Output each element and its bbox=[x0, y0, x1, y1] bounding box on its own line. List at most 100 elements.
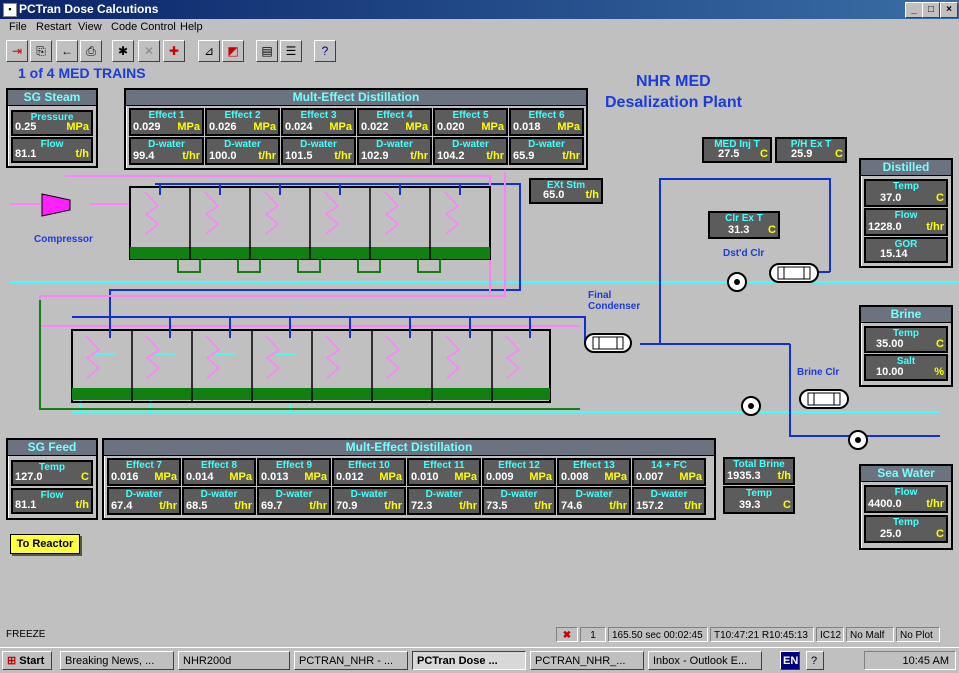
effect-pressure-effect-9: Effect 9 0.013 MPa bbox=[257, 458, 331, 486]
start-label: Start bbox=[19, 655, 45, 667]
cooler-exit-temp: Clr Ex T 31.3 C bbox=[708, 211, 780, 239]
brine-temp: Temp 35.00 C bbox=[864, 326, 948, 353]
sg-steam-flow-value: 81.1 bbox=[15, 148, 37, 160]
list-icon[interactable]: ☰ bbox=[280, 40, 302, 62]
task-pctran-nhr-1[interactable]: PCTRAN_NHR - ... bbox=[294, 651, 408, 670]
task-pctran-nhr-2[interactable]: PCTRAN_NHR_... bbox=[530, 651, 644, 670]
malfunction-icon[interactable]: ✚ bbox=[163, 40, 185, 62]
sea-water-temp: Temp 25.0 C bbox=[864, 515, 948, 543]
brine-salt: Salt 10.00 % bbox=[864, 354, 948, 381]
sg-feed-temp-value: 127.0 bbox=[15, 471, 43, 483]
effect-pressure-effect-11: Effect 11 0.010 MPa bbox=[407, 458, 481, 486]
cooler-exit-value: 31.3 bbox=[728, 224, 750, 236]
effect-pressure-effect-13-unit: MPa bbox=[604, 471, 627, 483]
distilled-temp-value: 37.0 bbox=[880, 192, 902, 204]
effect-pressure-effect-13-label: Effect 13 bbox=[573, 460, 615, 471]
effect-dwater-effect-3: D-water 101.5 t/hr bbox=[281, 137, 356, 165]
chart-icon[interactable]: ⊿ bbox=[198, 40, 220, 62]
close-button[interactable]: × bbox=[940, 2, 958, 18]
effect-pressure-effect-5-label: Effect 5 bbox=[452, 110, 489, 121]
effect-dwater-effect-2-value: 100.0 bbox=[209, 150, 237, 162]
effect-pressure-effect-11-value: 0.010 bbox=[411, 471, 439, 483]
menu-help[interactable]: Help bbox=[180, 21, 203, 33]
distilled-temp: Temp 37.0 C bbox=[864, 179, 948, 207]
total-brine-temp-value: 39.3 bbox=[739, 499, 761, 511]
maximize-button[interactable]: □ bbox=[922, 2, 940, 18]
effect-dwater-effect-9-value: 69.7 bbox=[261, 500, 283, 512]
effect-pressure-effect-4: Effect 4 0.022 MPa bbox=[357, 108, 432, 136]
plant-title-line2: Desalization Plant bbox=[605, 94, 742, 111]
status-icon[interactable]: ✖ bbox=[556, 627, 578, 642]
trend-icon[interactable]: ◩ bbox=[222, 40, 244, 62]
effect-pressure-14-fc: 14 + FC 0.007 MPa bbox=[632, 458, 706, 486]
menu-file[interactable]: File bbox=[9, 21, 27, 33]
back-arrow-icon[interactable]: ← bbox=[56, 40, 78, 62]
effect-dwater-14-fc-value: 157.2 bbox=[636, 500, 664, 512]
menu-restart[interactable]: Restart bbox=[36, 21, 71, 33]
help-tray-icon[interactable]: ? bbox=[806, 651, 824, 670]
menu-bar: File Restart View Code Control Help bbox=[0, 19, 959, 37]
effect-pressure-effect-3-label: Effect 3 bbox=[300, 110, 337, 121]
to-reactor-button[interactable]: To Reactor bbox=[10, 534, 80, 554]
ext-steam-value: 65.0 bbox=[543, 189, 565, 201]
minimize-button[interactable]: _ bbox=[905, 2, 923, 18]
help-icon[interactable]: ? bbox=[314, 40, 336, 62]
effect-pressure-effect-6-value: 0.018 bbox=[513, 121, 541, 133]
med-inj-temp: MED Inj T 27.5 C bbox=[702, 137, 772, 163]
language-indicator[interactable]: EN bbox=[780, 651, 800, 670]
status-bar: FREEZE ✖ 1 165.50 sec 00:02:45 T10:47:21… bbox=[0, 625, 959, 645]
print-icon[interactable]: ⎙ bbox=[80, 40, 102, 62]
task-nhr200d[interactable]: NHR200d bbox=[178, 651, 290, 670]
toolbar: ⇥ ⎘ ← ⎙ ✱ ✕ ✚ ⊿ ◩ ▤ ☰ ? bbox=[0, 38, 959, 64]
distilled-flow-label: Flow bbox=[894, 210, 918, 221]
task-pctran-dose[interactable]: PCTran Dose ... bbox=[412, 651, 526, 670]
effect-pressure-effect-5-value: 0.020 bbox=[437, 121, 465, 133]
effect-dwater-effect-1-unit: t/hr bbox=[182, 150, 200, 162]
task-breaking-news[interactable]: Breaking News, ... bbox=[60, 651, 174, 670]
effect-pressure-effect-5: Effect 5 0.020 MPa bbox=[433, 108, 508, 136]
effect-pressure-effect-11-unit: MPa bbox=[454, 471, 477, 483]
effect-pressure-effect-6-unit: MPa bbox=[557, 121, 580, 133]
ph-ex-unit: C bbox=[835, 148, 843, 160]
effect-pressure-effect-12: Effect 12 0.009 MPa bbox=[482, 458, 556, 486]
start-button[interactable]: ⊞ Start bbox=[2, 651, 52, 670]
effect-pressure-effect-6-label: Effect 6 bbox=[528, 110, 565, 121]
effect-dwater-effect-12: D-water 73.5 t/hr bbox=[482, 487, 556, 515]
effect-dwater-effect-8-unit: t/hr bbox=[234, 500, 252, 512]
sg-feed-temp-unit: C bbox=[81, 471, 89, 483]
sg-feed-flow-unit: t/h bbox=[75, 499, 89, 511]
sg-steam-title: SG Steam bbox=[8, 90, 96, 106]
distilled-flow-unit: t/hr bbox=[926, 221, 944, 233]
ext-steam-unit: t/h bbox=[585, 189, 599, 201]
effect-pressure-effect-4-label: Effect 4 bbox=[376, 110, 413, 121]
effect-dwater-effect-2-label: D-water bbox=[224, 139, 261, 150]
menu-code-control[interactable]: Code Control bbox=[111, 21, 176, 33]
distilled-temp-label: Temp bbox=[893, 181, 919, 192]
effect-pressure-effect-3-value: 0.024 bbox=[285, 121, 313, 133]
med-bottom-panel: Mult-Effect Distillation Effect 7 0.016 MP… bbox=[102, 438, 716, 520]
effect-dwater-effect-4-label: D-water bbox=[376, 139, 413, 150]
final-condenser-label-2: Condenser bbox=[588, 301, 640, 312]
sg-feed-panel: SG Feed Temp 127.0 C Flow 81.1 t/h bbox=[6, 438, 98, 520]
report-icon[interactable]: ▤ bbox=[256, 40, 278, 62]
exit-icon[interactable]: ⇥ bbox=[6, 40, 28, 62]
menu-view[interactable]: View bbox=[78, 21, 102, 33]
run-icon[interactable]: ✱ bbox=[112, 40, 134, 62]
effect-dwater-effect-2-unit: t/hr bbox=[258, 150, 276, 162]
effect-dwater-effect-5-value: 104.2 bbox=[437, 150, 465, 162]
effect-pressure-effect-9-value: 0.013 bbox=[261, 471, 289, 483]
save-icon[interactable]: ⎘ bbox=[30, 40, 52, 62]
brine-panel: Brine Temp 35.00 C Salt 10.00 % bbox=[859, 305, 953, 387]
final-condenser-icon bbox=[584, 333, 632, 353]
effect-pressure-effect-7-unit: MPa bbox=[154, 471, 177, 483]
effect-dwater-effect-11: D-water 72.3 t/hr bbox=[407, 487, 481, 515]
effect-dwater-effect-1-value: 99.4 bbox=[133, 150, 155, 162]
total-brine-temp-label: Temp bbox=[746, 488, 772, 499]
med-top-title: Mult-Effect Distillation bbox=[126, 90, 586, 106]
sg-feed-title: SG Feed bbox=[8, 440, 96, 456]
stop-icon[interactable]: ✕ bbox=[138, 40, 160, 62]
effect-pressure-effect-7-label: Effect 7 bbox=[125, 460, 163, 471]
total-brine-temp: Temp 39.3 C bbox=[723, 486, 795, 514]
task-inbox-outlook[interactable]: Inbox - Outlook E... bbox=[648, 651, 762, 670]
effect-dwater-effect-3-label: D-water bbox=[300, 139, 337, 150]
